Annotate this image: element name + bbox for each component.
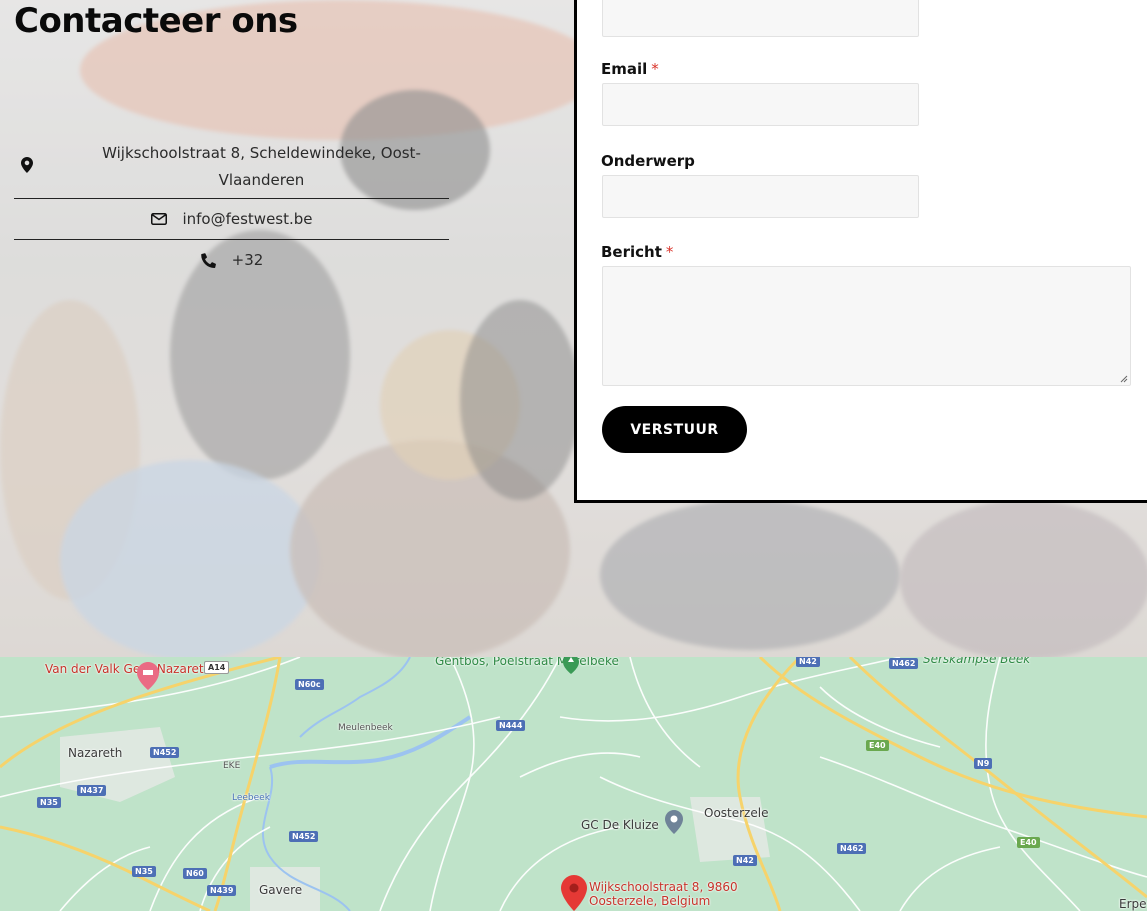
resize-handle-icon[interactable] bbox=[1119, 374, 1128, 383]
road-shield: A14 bbox=[204, 661, 230, 674]
phone-icon bbox=[200, 251, 218, 269]
contact-email-row[interactable]: info@festwest.be bbox=[14, 199, 449, 240]
submit-button[interactable]: VERSTUUR bbox=[602, 406, 747, 453]
contact-email-text[interactable]: info@festwest.be bbox=[182, 210, 312, 228]
required-mark: * bbox=[651, 60, 659, 78]
contact-address-text: Wijkschoolstraat 8, Scheldewindeke, Oost… bbox=[102, 144, 421, 189]
envelope-icon bbox=[150, 210, 168, 228]
message-label-text: Bericht bbox=[601, 243, 662, 261]
map-label-gavere: Gavere bbox=[259, 883, 303, 897]
required-mark: * bbox=[665, 243, 674, 261]
map-label-pin-address[interactable]: Wijkschoolstraat 8, 9860 Oosterzele, Bel… bbox=[589, 880, 749, 908]
road-shield: N60c bbox=[295, 679, 324, 690]
road-shield: N462 bbox=[889, 658, 919, 669]
contact-address-row: Wijkschoolstraat 8, Scheldewindeke, Oost… bbox=[14, 136, 449, 199]
google-map[interactable]: Van der Valk Gent-Nazareth Gentbos, Poel… bbox=[0, 657, 1147, 911]
map-label-serskampse: Serskampse Beek bbox=[923, 657, 1031, 666]
subject-label: Onderwerp bbox=[601, 152, 695, 170]
map-canvas[interactable] bbox=[0, 657, 1147, 911]
contact-info-list: Wijkschoolstraat 8, Scheldewindeke, Oost… bbox=[14, 136, 449, 280]
road-shield: N9 bbox=[974, 758, 993, 769]
name-field[interactable] bbox=[602, 0, 919, 37]
road-shield: N42 bbox=[796, 657, 820, 667]
road-shield: E40 bbox=[1017, 837, 1040, 848]
road-shield: N35 bbox=[37, 797, 61, 808]
road-shield: N452 bbox=[289, 831, 319, 842]
road-shield: N437 bbox=[77, 785, 107, 796]
road-shield: N452 bbox=[150, 747, 180, 758]
email-label: Email * bbox=[601, 60, 659, 78]
map-label-leebeek: Leebeek bbox=[232, 793, 270, 803]
map-label-oosterzele: Oosterzele bbox=[704, 806, 769, 820]
road-shield: N60 bbox=[183, 868, 207, 879]
page-title: Contacteer ons bbox=[14, 1, 298, 41]
email-label-text: Email bbox=[601, 60, 648, 78]
road-shield: E40 bbox=[866, 740, 889, 751]
map-label-kluize[interactable]: GC De Kluize bbox=[581, 818, 659, 832]
map-label-nazareth: Nazareth bbox=[68, 746, 123, 760]
contact-phone-text[interactable]: +32 bbox=[232, 251, 264, 269]
email-field[interactable] bbox=[602, 83, 919, 126]
map-label-eke: EKE bbox=[223, 761, 241, 771]
contact-phone-row[interactable]: +32 bbox=[14, 240, 449, 280]
road-shield: N462 bbox=[837, 843, 867, 854]
map-label-gentbos[interactable]: Gentbos, Poelstraat Merelbeke bbox=[435, 657, 619, 668]
map-label-meulenbeek: Meulenbeek bbox=[338, 723, 393, 733]
message-label: Bericht * bbox=[601, 243, 673, 261]
map-label-hotel[interactable]: Van der Valk Gent-Nazareth bbox=[45, 662, 211, 676]
road-shield: N444 bbox=[496, 720, 526, 731]
road-shield: N439 bbox=[207, 885, 237, 896]
subject-label-text: Onderwerp bbox=[601, 152, 695, 170]
map-pin-icon bbox=[18, 156, 36, 174]
road-shield: N42 bbox=[733, 855, 757, 866]
subject-field[interactable] bbox=[602, 175, 919, 218]
message-textarea[interactable] bbox=[602, 266, 1131, 386]
road-shield: N35 bbox=[132, 866, 156, 877]
map-label-erpe: Erpe bbox=[1119, 897, 1147, 911]
